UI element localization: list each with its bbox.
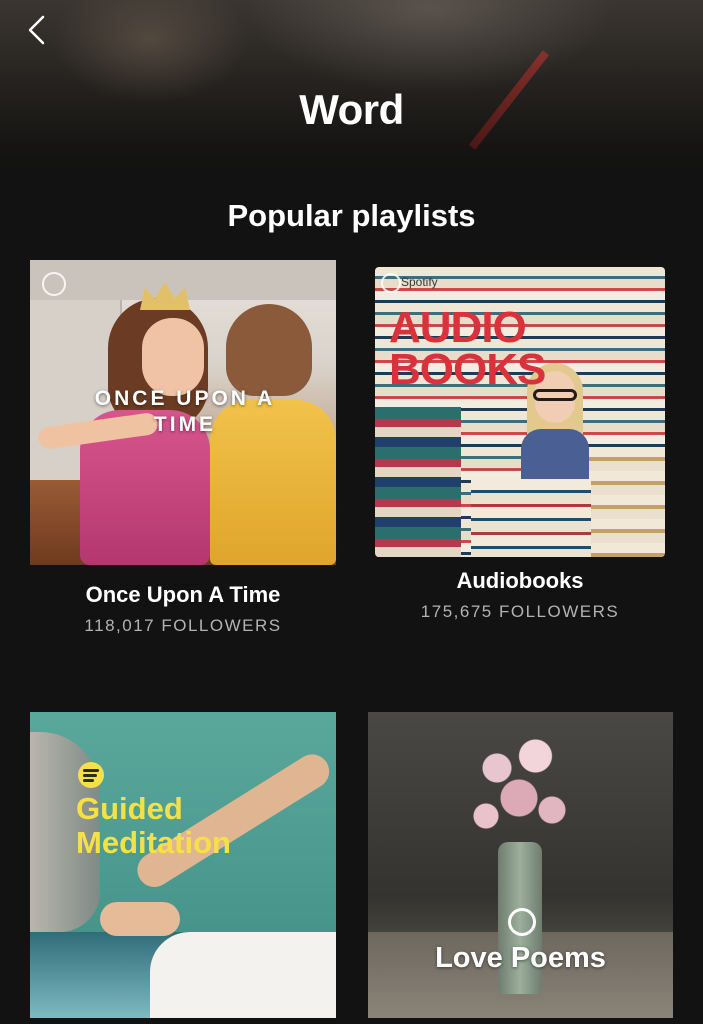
playlist-title: Once Upon A Time [85, 582, 281, 607]
playlist-title: Audiobooks [456, 568, 584, 593]
playlist-followers: 175,675 FOLLOWERS [420, 602, 620, 621]
book-stack-right [585, 447, 665, 557]
spotify-logo-icon [381, 273, 401, 293]
playlist-cover-text: ONCE UPON A TIME [94, 387, 276, 436]
spotify-logo-icon [78, 762, 104, 788]
playlist-cover-image: Spotify AUDIO BOOKS [375, 267, 665, 557]
playlist-card-audiobooks[interactable]: Spotify AUDIO BOOKS Audiobooks 175,675 F… [375, 267, 665, 622]
playlist-card-once-upon-a-time[interactable]: ONCE UPON A TIME Once Upon A Time 118,01… [30, 260, 336, 636]
playlist-cover-image: ONCE UPON A TIME [30, 260, 336, 565]
woman-body [521, 429, 589, 481]
table-stack-center [471, 479, 591, 557]
section-title: Popular playlists [227, 198, 476, 233]
playlist-cover-text: AUDIO BOOKS [389, 303, 546, 394]
back-button[interactable] [18, 12, 54, 48]
playlist-card-guided-meditation[interactable]: Guided Meditation [30, 712, 336, 1018]
playlist-cover-text: Love Poems [435, 942, 606, 974]
spotify-logo-icon [42, 272, 66, 296]
playlist-cover-text: Guided Meditation [76, 791, 231, 860]
girl-right-hair [226, 304, 312, 396]
spotify-logo-icon [508, 908, 536, 936]
playlist-card-love-poems[interactable]: Love Poems [368, 712, 673, 1018]
book-stack-dark-left [375, 407, 461, 557]
page-title: Word [299, 86, 404, 133]
playlist-cover-image: Love Poems [368, 712, 673, 1018]
girl-left-face [142, 318, 204, 396]
flowers [464, 732, 574, 852]
playlist-followers: 118,017 FOLLOWERS [84, 616, 282, 635]
white-pants [150, 932, 336, 1018]
playlist-cover-image: Guided Meditation [30, 712, 336, 1018]
spotify-badge: Spotify [401, 275, 438, 289]
chevron-left-icon [28, 15, 45, 45]
hand [100, 902, 180, 936]
